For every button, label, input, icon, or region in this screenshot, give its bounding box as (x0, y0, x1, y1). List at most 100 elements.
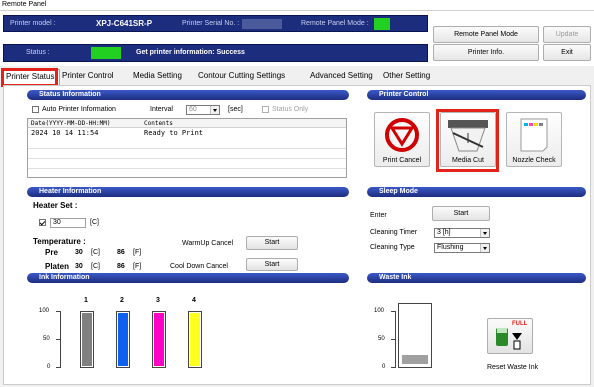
ink-bar (152, 311, 166, 368)
ink-channel-number: 1 (84, 297, 88, 304)
sleep-start-button[interactable]: Start (432, 206, 490, 221)
heater-set-checkbox[interactable] (39, 219, 46, 226)
cleaning-timer-value: 3 [h] (437, 229, 451, 236)
ink-scale-50: 50 (43, 336, 50, 342)
nozzle-check-button[interactable]: Nozzle Check (506, 112, 562, 167)
auto-printer-info-checkbox[interactable] (32, 106, 39, 113)
chevron-down-icon (210, 106, 219, 114)
tab-contour-cutting-settings[interactable]: Contour Cutting Settings (196, 69, 306, 85)
cleaning-timer-label: Cleaning Timer (370, 229, 418, 236)
ink-channel-number: 4 (192, 297, 196, 304)
pre-c-unit: [C] (91, 249, 100, 256)
ink-channel-number: 2 (120, 297, 124, 304)
ink-fill (118, 313, 128, 366)
status-indicator (91, 47, 121, 59)
highlight-media-cut-button (436, 109, 499, 172)
cooldown-start-button[interactable]: Start (246, 258, 298, 271)
serial-label: Printer Serial No. : (182, 20, 240, 27)
full-label: FULL (512, 321, 528, 327)
printer-info-button[interactable]: Printer Info. (433, 44, 539, 61)
log-col-contents: Contents (144, 120, 173, 127)
waste-ink-header: Waste Ink (367, 273, 586, 283)
ink-channel-number: 3 (156, 297, 160, 304)
interval-label: Interval (150, 106, 173, 113)
table-row: 2024 10 14 11:54 Ready to Print (28, 129, 346, 138)
print-cancel-icon (385, 118, 419, 152)
platen-c-unit: [C] (91, 263, 100, 270)
waste-scale-0: 0 (382, 364, 386, 370)
tab-bar: Printer Status Printer Control Media Set… (0, 69, 594, 85)
platen-fahrenheit: 86 (117, 263, 125, 270)
waste-ink-fill (402, 354, 428, 364)
cleaning-timer-select[interactable]: 3 [h] (434, 228, 490, 238)
interval-value: 60 (189, 106, 197, 113)
log-date: 2024 10 14 11:54 (31, 129, 99, 137)
tab-advanced-setting[interactable]: Advanced Setting (308, 69, 380, 85)
remote-mode-indicator (374, 18, 390, 30)
nozzle-check-label: Nozzle Check (512, 157, 556, 164)
heater-set-value: 30 (53, 219, 61, 226)
ink-fill (190, 313, 200, 366)
pre-celsius: 30 (75, 249, 83, 256)
ink-info-header: Ink Information (27, 273, 349, 283)
ink-scale-0: 0 (47, 364, 51, 370)
pre-label: Pre (45, 248, 58, 257)
remote-mode-label: Remote Panel Mode : (301, 20, 369, 27)
printer-model-value: XPJ-C641SR-P (96, 19, 153, 28)
ink-fill (82, 313, 92, 366)
status-log-table: Date(YYYY-MM-DD-HH:MM) Contents 2024 10 … (27, 118, 347, 178)
window-titlebar: Remote Panel (0, 0, 594, 11)
status-message: Get printer information: Success (136, 49, 245, 56)
cleaning-type-label: Cleaning Type (370, 244, 415, 251)
chevron-down-icon (480, 244, 489, 252)
ink-scale-100: 100 (39, 308, 50, 314)
ink-bar (188, 311, 202, 368)
status-label: Status : (26, 49, 50, 56)
nozzle-check-icon (520, 118, 548, 152)
cleaning-type-select[interactable]: Flushing (434, 243, 490, 253)
sec-label: [sec] (228, 106, 243, 113)
ink-bar (116, 311, 130, 368)
auto-printer-info-label: Auto Printer Information (42, 106, 116, 113)
reset-waste-ink-button[interactable]: FULL (487, 318, 533, 354)
remote-panel-mode-button[interactable]: Remote Panel Mode (433, 26, 539, 43)
status-bar: Status : Get printer information: Succes… (3, 44, 428, 62)
warmup-cancel-label: WarmUp Cancel (182, 240, 234, 247)
exit-button[interactable]: Exit (543, 44, 591, 61)
print-cancel-label: Print Cancel (382, 157, 422, 164)
log-col-date: Date(YYYY-MM-DD-HH:MM) (31, 120, 111, 127)
tab-media-setting[interactable]: Media Setting (131, 69, 193, 85)
header: Printer model : XPJ-C641SR-P Printer Ser… (0, 11, 594, 66)
platen-f-unit: [F] (133, 263, 142, 270)
waste-scale-50: 50 (378, 336, 385, 342)
waste-ink-level (398, 303, 432, 368)
tab-other-setting[interactable]: Other Setting (381, 69, 437, 85)
heater-set-input[interactable]: 30 (50, 218, 86, 228)
heater-info-header: Heater Information (27, 187, 349, 197)
platen-celsius: 30 (75, 263, 83, 270)
update-button[interactable]: Update (543, 26, 591, 43)
heater-set-label: Heater Set : (33, 201, 78, 210)
cleaning-type-value: Flushing (437, 244, 464, 251)
interval-select[interactable]: 60 (186, 105, 220, 115)
printer-info-bar: Printer model : XPJ-C641SR-P Printer Ser… (3, 15, 428, 32)
log-contents: Ready to Print (144, 129, 204, 137)
log-header-row: Date(YYYY-MM-DD-HH:MM) Contents (28, 119, 346, 128)
status-only-label: Status Only (272, 106, 309, 113)
tab-printer-control[interactable]: Printer Control (60, 69, 130, 85)
sleep-mode-header: Sleep Mode (367, 187, 586, 197)
print-cancel-button[interactable]: Print Cancel (374, 112, 430, 167)
warmup-start-button[interactable]: Start (246, 236, 298, 250)
ink-fill (154, 313, 164, 366)
status-only-checkbox[interactable] (262, 106, 269, 113)
printer-model-label: Printer model : (10, 20, 56, 27)
ink-bar (80, 311, 94, 368)
window-title: Remote Panel (2, 1, 47, 8)
temperature-label: Temperature : (33, 237, 86, 246)
pre-f-unit: [F] (133, 249, 142, 256)
platen-label: Platen (45, 262, 70, 271)
chevron-down-icon (480, 229, 489, 237)
enter-label: Enter (370, 212, 387, 219)
serial-value-redacted (242, 19, 282, 29)
cooldown-cancel-label: Cool Down Cancel (170, 263, 228, 270)
